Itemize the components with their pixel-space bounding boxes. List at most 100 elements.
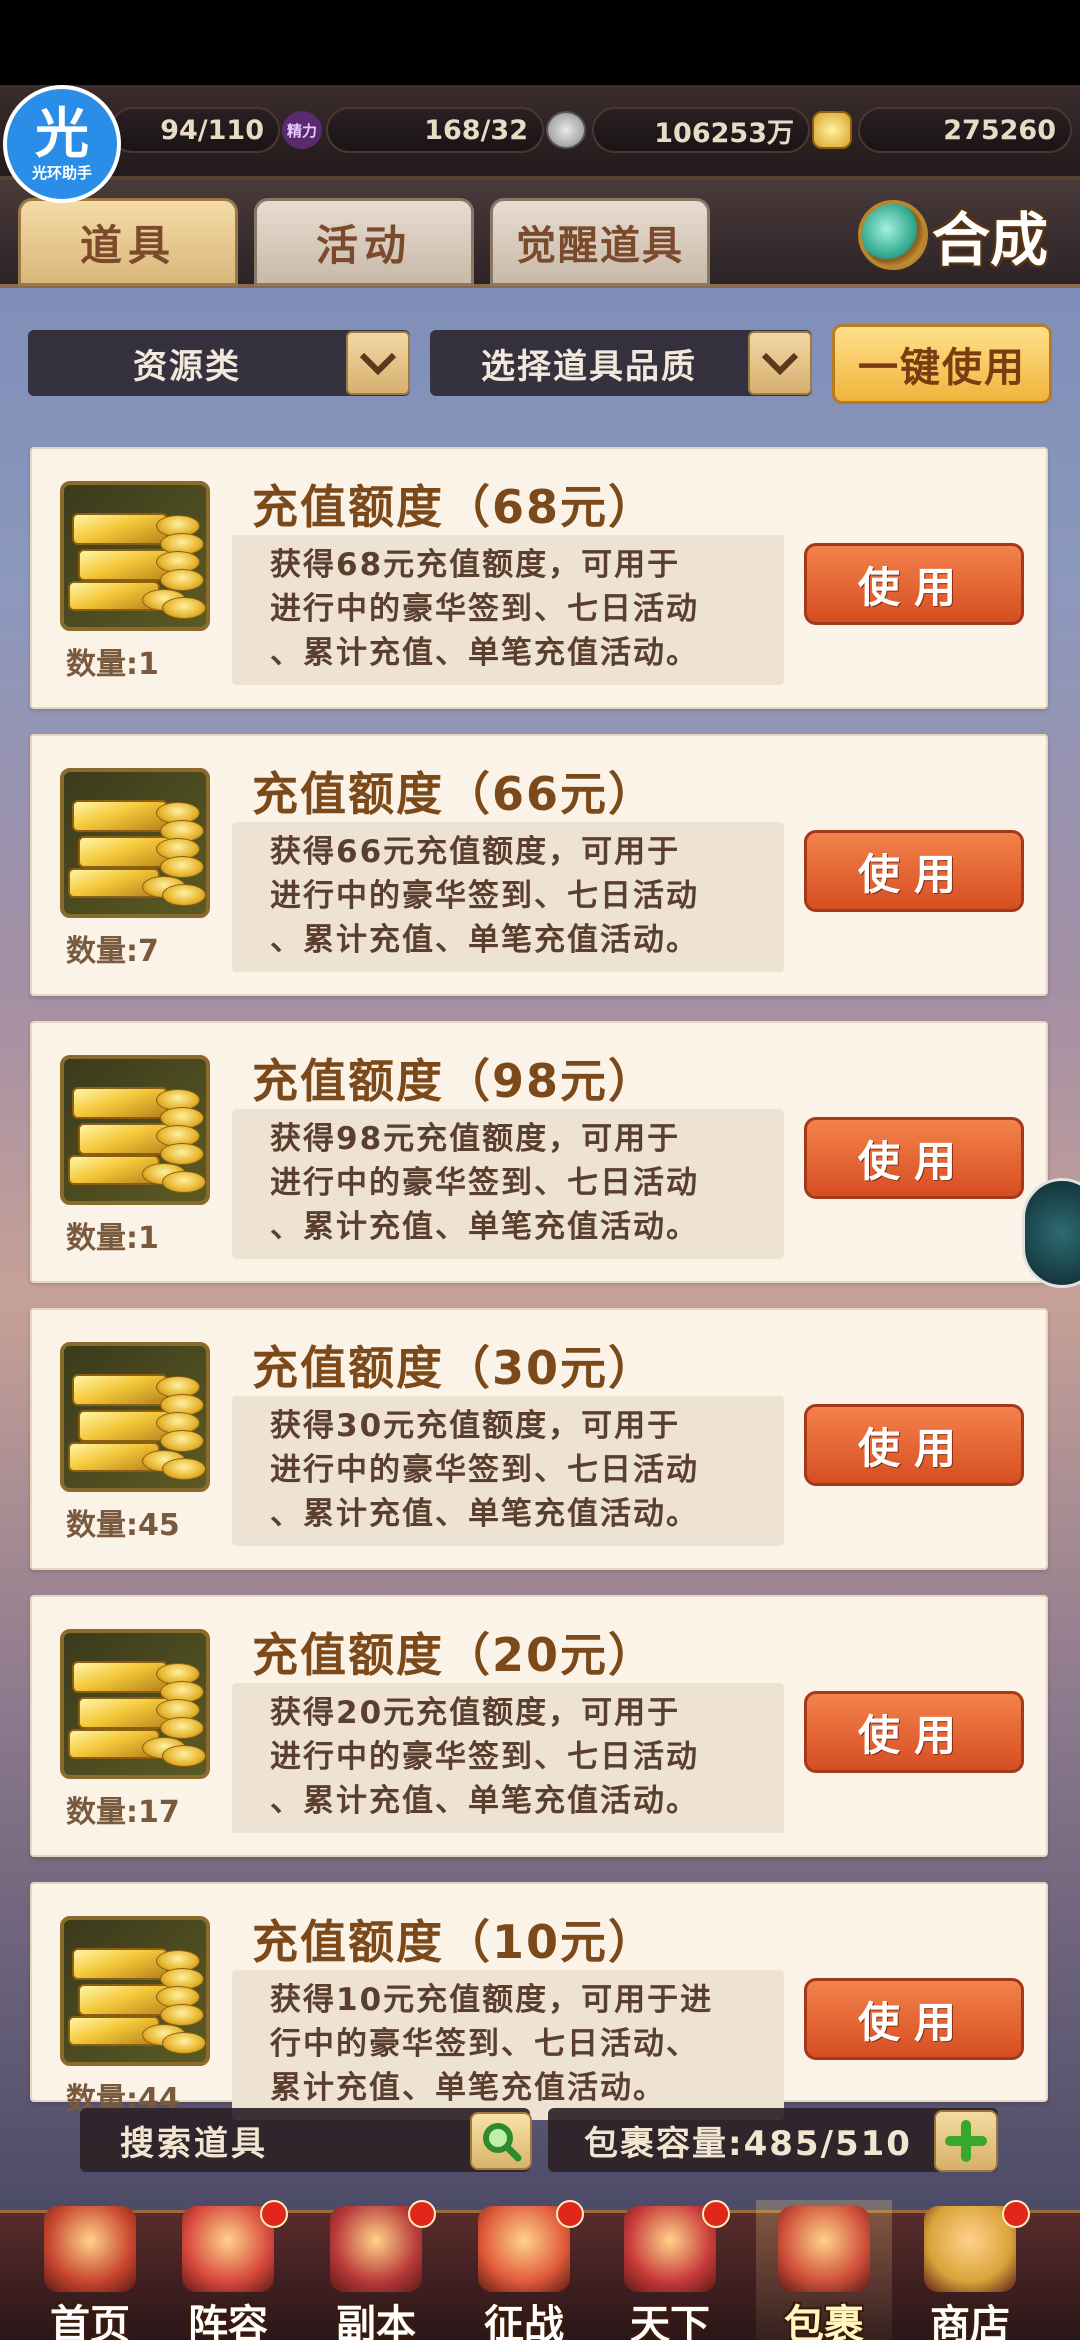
item-description: 获得20元充值额度，可用于 进行中的豪华签到、七日活动 、累计充值、单笔充值活动…	[232, 1683, 784, 1833]
item-title: 充值额度（10元）	[252, 1915, 657, 1969]
item-quantity: 数量:1	[66, 1221, 159, 1256]
notification-dot	[1002, 2200, 1030, 2228]
assistant-badge-char: 光	[35, 101, 89, 165]
item-description: 获得68元充值额度，可用于 进行中的豪华签到、七日活动 、累计充值、单笔充值活动…	[232, 535, 784, 685]
notification-dot	[556, 2200, 584, 2228]
item-description-line: 、累计充值、单笔充值活动。	[270, 635, 699, 671]
gold-bars-icon[interactable]	[60, 481, 210, 631]
item-card: 数量:1 充值额度（98元） 获得98元充值额度，可用于 进行中的豪华签到、七日…	[30, 1021, 1048, 1283]
nav-label: 包裹	[784, 2302, 864, 2340]
category-value: 资源类	[133, 346, 241, 387]
item-description-line: 行中的豪华签到、七日活动、	[270, 2026, 699, 2062]
item-title: 充值额度（68元）	[252, 480, 657, 534]
item-description-line: 进行中的豪华签到、七日活动	[270, 1452, 699, 1488]
resource-bar: 94/110 精力 168/32 106253万 275260	[0, 85, 1080, 180]
plus-icon[interactable]	[934, 2110, 998, 2172]
item-card: 数量:1 充值额度（68元） 获得68元充值额度，可用于 进行中的豪华签到、七日…	[30, 447, 1048, 709]
search-icon[interactable]	[470, 2112, 532, 2170]
use-button[interactable]: 使用	[804, 543, 1024, 625]
assistant-badge-label: 光环助手	[31, 163, 92, 182]
nav-item[interactable]: 首页	[22, 2200, 158, 2340]
synthesize-label: 合成	[932, 206, 1049, 274]
search-input[interactable]: 搜索道具	[80, 2108, 530, 2172]
bag-capacity: 包裹容量:485/510	[548, 2108, 998, 2172]
nav-label: 征战	[484, 2302, 564, 2340]
use-button[interactable]: 使用	[804, 1117, 1024, 1199]
gold-value: 275260	[858, 107, 1072, 153]
gold-bars-icon[interactable]	[60, 1916, 210, 2066]
tab-activity[interactable]: 活动	[254, 198, 474, 286]
item-description-line: 获得30元充值额度，可用于	[270, 1408, 681, 1444]
gold-bars-icon[interactable]	[60, 768, 210, 918]
item-card: 数量:7 充值额度（66元） 获得66元充值额度，可用于 进行中的豪华签到、七日…	[30, 734, 1048, 996]
item-description-line: 、累计充值、单笔充值活动。	[270, 1783, 699, 1819]
item-title: 充值额度（20元）	[252, 1628, 657, 1682]
item-description-line: 获得98元充值额度，可用于	[270, 1121, 681, 1157]
nav-item[interactable]: 副本	[308, 2200, 444, 2340]
item-description: 获得66元充值额度，可用于 进行中的豪华签到、七日活动 、累计充值、单笔充值活动…	[232, 822, 784, 972]
item-description-line: 获得66元充值额度，可用于	[270, 834, 681, 870]
silver-value: 106253万	[592, 107, 810, 153]
nav-icon	[778, 2206, 870, 2292]
item-quantity: 数量:17	[66, 1795, 180, 1830]
quality-value: 选择道具品质	[481, 346, 697, 387]
use-button[interactable]: 使用	[804, 1404, 1024, 1486]
item-card: 数量:44 充值额度（10元） 获得10元充值额度，可用于进 行中的豪华签到、七…	[30, 1882, 1048, 2120]
item-description-line: 进行中的豪华签到、七日活动	[270, 1739, 699, 1775]
category-dropdown[interactable]: 资源类	[28, 330, 410, 396]
nav-item[interactable]: 阵容	[160, 2200, 296, 2340]
synthesize-button[interactable]: 合成	[858, 190, 1058, 280]
tab-items[interactable]: 道具	[18, 198, 238, 286]
item-quantity: 数量:7	[66, 934, 159, 969]
use-all-button[interactable]: 一键使用	[832, 324, 1052, 404]
energy-value: 168/32	[326, 107, 544, 153]
energy-icon: 精力	[282, 111, 322, 149]
item-title: 充值额度（98元）	[252, 1054, 657, 1108]
item-description-line: 获得68元充值额度，可用于	[270, 547, 681, 583]
nav-item[interactable]: 商店	[902, 2200, 1038, 2340]
nav-label: 副本	[336, 2302, 416, 2340]
notification-dot	[702, 2200, 730, 2228]
gold-bars-icon[interactable]	[60, 1055, 210, 1205]
nav-label: 首页	[50, 2302, 130, 2340]
silver-coin-icon	[546, 111, 586, 149]
gold-bars-icon[interactable]	[60, 1342, 210, 1492]
nav-icon	[44, 2206, 136, 2292]
nav-label: 天下	[630, 2302, 710, 2340]
item-description-line: 获得20元充值额度，可用于	[270, 1695, 681, 1731]
item-card: 数量:45 充值额度（30元） 获得30元充值额度，可用于 进行中的豪华签到、七…	[30, 1308, 1048, 1570]
item-description: 获得10元充值额度，可用于进 行中的豪华签到、七日活动、 累计充值、单笔充值活动…	[232, 1970, 784, 2120]
item-description-line: 、累计充值、单笔充值活动。	[270, 1209, 699, 1245]
item-description: 获得98元充值额度，可用于 进行中的豪华签到、七日活动 、累计充值、单笔充值活动…	[232, 1109, 784, 1259]
status-bar	[0, 0, 1080, 85]
item-description-line: 进行中的豪华签到、七日活动	[270, 591, 699, 627]
nav-item[interactable]: 包裹	[756, 2200, 892, 2340]
gold-bars-icon[interactable]	[60, 1629, 210, 1779]
nav-item[interactable]: 天下	[602, 2200, 738, 2340]
stamina-value: 94/110	[110, 107, 280, 153]
use-button[interactable]: 使用	[804, 1691, 1024, 1773]
item-quantity: 数量:1	[66, 647, 159, 682]
item-description-line: 进行中的豪华签到、七日活动	[270, 878, 699, 914]
chevron-down-icon	[346, 331, 410, 395]
use-button[interactable]: 使用	[804, 1978, 1024, 2060]
notification-dot	[408, 2200, 436, 2228]
item-description-line: 获得10元充值额度，可用于进	[270, 1982, 714, 2018]
synthesize-gem-icon	[858, 200, 928, 270]
floating-assistant-icon[interactable]	[1022, 1178, 1080, 1288]
item-description-line: 、累计充值、单笔充值活动。	[270, 1496, 699, 1532]
gold-ingot-icon	[812, 111, 852, 149]
chevron-down-icon	[748, 331, 812, 395]
item-quantity: 数量:45	[66, 1508, 180, 1543]
tab-awaken-items[interactable]: 觉醒道具	[490, 198, 710, 286]
item-card: 数量:17 充值额度（20元） 获得20元充值额度，可用于 进行中的豪华签到、七…	[30, 1595, 1048, 1857]
assistant-badge[interactable]: 光 光环助手	[3, 85, 121, 203]
item-description-line: 、累计充值、单笔充值活动。	[270, 922, 699, 958]
use-button[interactable]: 使用	[804, 830, 1024, 912]
nav-item[interactable]: 征战	[456, 2200, 592, 2340]
item-description-line: 累计充值、单笔充值活动。	[270, 2070, 666, 2106]
nav-label: 阵容	[188, 2302, 268, 2340]
nav-label: 商店	[930, 2302, 1010, 2340]
quality-dropdown[interactable]: 选择道具品质	[430, 330, 812, 396]
item-description-line: 进行中的豪华签到、七日活动	[270, 1165, 699, 1201]
